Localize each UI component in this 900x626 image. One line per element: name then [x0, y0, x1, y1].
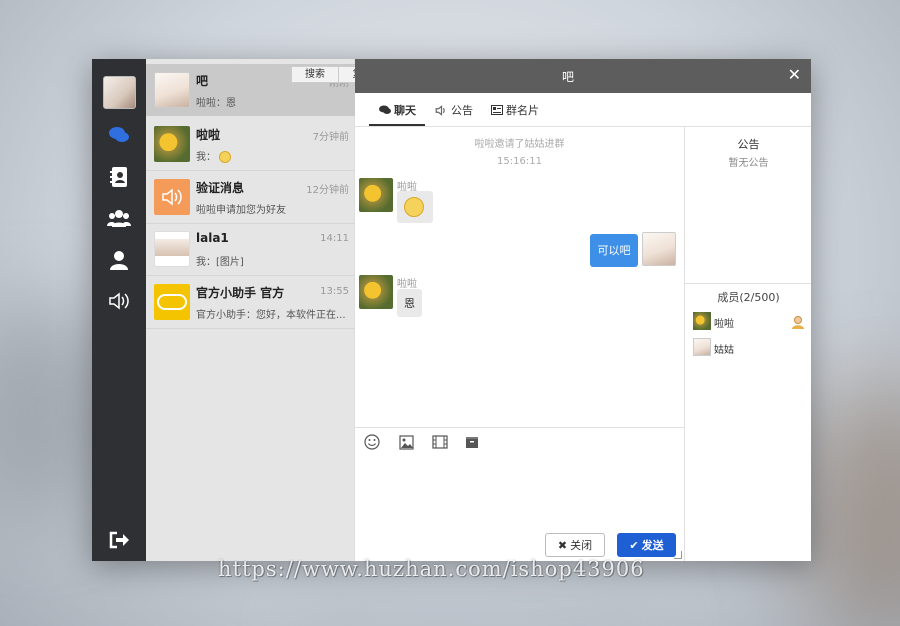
chat-window: 吧 刚刚 啦啦：恩 搜索 复制 啦啦 7分钟前 我： 验证消息 12分钟前 啦啦… [92, 59, 811, 561]
check-icon: ✔ [629, 538, 639, 552]
owner-icon [791, 314, 805, 333]
system-message: 啦啦邀请了姑姑进群 [474, 139, 565, 150]
conversation-item[interactable]: lala1 14:11 我：[图片] [146, 223, 355, 275]
conversation-name: lala1 [196, 231, 229, 245]
speaker-icon [435, 104, 445, 116]
conversation-time: 7分钟前 [312, 132, 349, 143]
sender-avatar[interactable] [359, 178, 393, 212]
member-name: 啦啦 [714, 319, 734, 330]
message-composer[interactable]: ✖ 关闭 ✔ 发送 [355, 427, 684, 561]
tab-label: 聊天 [394, 104, 416, 117]
member-item[interactable]: 姑姑 [693, 338, 805, 356]
send-button[interactable]: ✔ 发送 [617, 533, 676, 557]
sender-avatar[interactable] [359, 275, 393, 309]
chat-header: 吧 ✕ [355, 59, 811, 93]
message-timestamp: 15:16:11 [497, 156, 542, 167]
conversation-name: 吧 [196, 74, 209, 88]
conversation-item[interactable]: 啦啦 7分钟前 我： [146, 118, 355, 170]
conversation-time: 12分钟前 [306, 185, 349, 196]
smile-emoji-icon [219, 151, 232, 163]
close-icon[interactable]: ✕ [788, 65, 801, 84]
member-name: 姑姑 [714, 345, 734, 356]
conversation-list: 吧 刚刚 啦啦：恩 搜索 复制 啦啦 7分钟前 我： 验证消息 12分钟前 啦啦… [146, 59, 387, 561]
notice-empty: 暂无公告 [728, 158, 769, 169]
chat-icon[interactable] [104, 123, 134, 147]
tab-notice[interactable]: 公告 [435, 102, 473, 118]
conversation-preview: 啦啦：恩 [196, 98, 236, 109]
watermark-text: https://www.huzhan.com/ishop43906 [218, 557, 645, 581]
conversation-preview: 官方小助手：您好，本软件正在... [196, 310, 346, 321]
contacts-icon[interactable] [104, 165, 134, 189]
conversation-preview: 我： [196, 148, 346, 163]
members-title: 成员(2/500) [717, 291, 780, 304]
user-avatar[interactable] [103, 76, 136, 109]
conversation-item[interactable]: 验证消息 12分钟前 啦啦申请加您为好友 [146, 171, 355, 223]
card-icon [491, 105, 503, 115]
active-tab-indicator [369, 124, 425, 126]
group-icon[interactable] [104, 206, 134, 230]
video-icon[interactable] [431, 433, 449, 451]
conversation-time: 13:55 [320, 286, 349, 297]
chat-title: 吧 [561, 70, 574, 84]
user-icon[interactable] [104, 248, 134, 272]
conversation-name: 官方小助手 官方 [196, 286, 285, 300]
chat-tabs: 聊天 公告 群名片 [355, 93, 811, 127]
conversation-avatar [154, 231, 190, 267]
member-avatar [693, 312, 711, 330]
conversation-time: 14:11 [320, 233, 349, 244]
message-bubble [397, 191, 433, 223]
conversation-avatar [154, 179, 190, 215]
message-bubble: 可以吧 [590, 234, 638, 267]
message-bubble: 恩 [397, 289, 422, 317]
search-menu-item[interactable]: 搜索 [292, 67, 339, 82]
speaker-icon [162, 188, 182, 206]
conversation-name: 啦啦 [196, 128, 221, 142]
tab-label: 公告 [451, 104, 473, 117]
notice-title: 公告 [737, 138, 760, 151]
file-icon[interactable] [463, 433, 481, 451]
tab-chat[interactable]: 聊天 [379, 102, 416, 118]
member-item[interactable]: 啦啦 [693, 312, 805, 330]
image-icon[interactable] [397, 433, 415, 451]
group-info-panel: 公告 暂无公告 成员(2/500) 啦啦 姑姑 [684, 127, 811, 561]
member-avatar [693, 338, 711, 356]
speaker-icon[interactable] [104, 289, 134, 313]
tab-label: 群名片 [506, 104, 539, 117]
tab-group-card[interactable]: 群名片 [491, 102, 539, 118]
close-icon: ✖ [557, 538, 568, 552]
logout-icon[interactable] [104, 528, 134, 552]
close-button[interactable]: ✖ 关闭 [545, 533, 605, 557]
conversation-avatar [154, 72, 190, 108]
itel-logo [157, 294, 187, 310]
conversation-preview: 啦啦申请加您为好友 [196, 205, 286, 216]
emoji-icon[interactable] [363, 433, 381, 451]
conversation-avatar [154, 284, 190, 320]
chat-bubble-icon [379, 105, 391, 114]
conversation-preview: 我：[图片] [196, 257, 244, 268]
smile-emoji-icon [404, 197, 424, 217]
conversation-name: 验证消息 [196, 181, 245, 195]
my-avatar[interactable] [642, 232, 676, 266]
main-nav [92, 59, 146, 561]
sender-name: 啦啦 [397, 279, 417, 290]
conversation-avatar [154, 126, 190, 162]
conversation-item[interactable]: 官方小助手 官方 13:55 官方小助手：您好，本软件正在... [146, 276, 355, 328]
message-area: 啦啦邀请了姑姑进群 15:16:11 啦啦 可以吧 啦啦 恩 [355, 127, 684, 427]
